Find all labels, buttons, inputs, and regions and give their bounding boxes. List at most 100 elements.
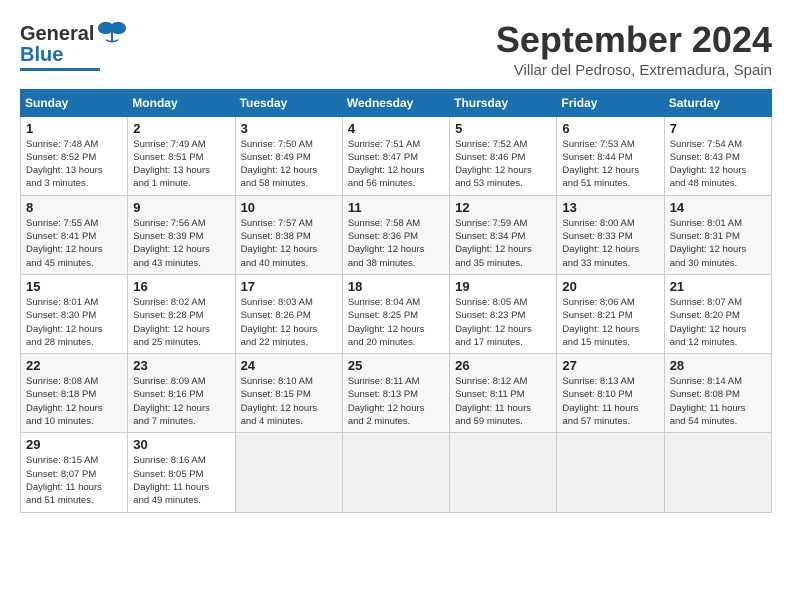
day-number: 1 [26,121,122,136]
calendar-cell: 1 Sunrise: 7:48 AM Sunset: 8:52 PM Daylig… [21,116,128,195]
day-info: Sunrise: 8:06 AM Sunset: 8:21 PM Dayligh… [562,296,658,349]
weekday-header-thursday: Thursday [450,89,557,116]
calendar-cell [450,433,557,512]
day-info: Sunrise: 7:51 AM Sunset: 8:47 PM Dayligh… [348,138,444,191]
day-info: Sunrise: 8:02 AM Sunset: 8:28 PM Dayligh… [133,296,229,349]
calendar-header: SundayMondayTuesdayWednesdayThursdayFrid… [21,89,772,116]
calendar-cell: 8Sunrise: 7:55 AM Sunset: 8:41 PM Daylig… [21,195,128,274]
day-info: Sunrise: 8:11 AM Sunset: 8:13 PM Dayligh… [348,375,444,428]
calendar-cell: 9Sunrise: 7:56 AM Sunset: 8:39 PM Daylig… [128,195,235,274]
calendar-cell: 13 Sunrise: 8:00 AM Sunset: 8:33 PM Dayli… [557,195,664,274]
day-number: 21 [670,279,766,294]
day-info: Sunrise: 7:58 AM Sunset: 8:36 PM Dayligh… [348,217,444,270]
day-info: Sunrise: 8:16 AM Sunset: 8:05 PM Dayligh… [133,454,229,507]
day-number: 20 [562,279,658,294]
calendar-cell [235,433,342,512]
day-info: Sunrise: 7:52 AM Sunset: 8:46 PM Dayligh… [455,138,551,191]
calendar-week-3: 15 Sunrise: 8:01 AM Sunset: 8:30 PM Dayli… [21,274,772,353]
day-info: Sunrise: 8:05 AM Sunset: 8:23 PM Dayligh… [455,296,551,349]
calendar-body: 1 Sunrise: 7:48 AM Sunset: 8:52 PM Daylig… [21,116,772,512]
calendar-cell: 22 Sunrise: 8:08 AM Sunset: 8:18 PM Dayli… [21,354,128,433]
day-number: 12 [455,200,551,215]
day-number: 25 [348,358,444,373]
day-number: 14 [670,200,766,215]
day-number: 11 [348,200,444,215]
day-number: 24 [241,358,337,373]
location-title: Villar del Pedroso, Extremadura, Spain [496,62,772,79]
calendar-cell: 24 Sunrise: 8:10 AM Sunset: 8:15 PM Dayli… [235,354,342,433]
calendar-cell [342,433,449,512]
day-number: 27 [562,358,658,373]
weekday-header-friday: Friday [557,89,664,116]
logo: General Blue [20,20,128,71]
day-number: 26 [455,358,551,373]
day-info: Sunrise: 8:09 AM Sunset: 8:16 PM Dayligh… [133,375,229,428]
calendar-cell: 6 Sunrise: 7:53 AM Sunset: 8:44 PM Daylig… [557,116,664,195]
day-info: Sunrise: 7:50 AM Sunset: 8:49 PM Dayligh… [241,138,337,191]
day-number: 7 [670,121,766,136]
day-info: Sunrise: 8:01 AM Sunset: 8:31 PM Dayligh… [670,217,766,270]
weekday-header-tuesday: Tuesday [235,89,342,116]
calendar-cell: 11 Sunrise: 7:58 AM Sunset: 8:36 PM Dayli… [342,195,449,274]
calendar-cell: 28 Sunrise: 8:14 AM Sunset: 8:08 PM Dayli… [664,354,771,433]
calendar-cell [557,433,664,512]
day-number: 23 [133,358,229,373]
day-info: Sunrise: 8:10 AM Sunset: 8:15 PM Dayligh… [241,375,337,428]
day-info: Sunrise: 8:01 AM Sunset: 8:30 PM Dayligh… [26,296,122,349]
weekday-header-row: SundayMondayTuesdayWednesdayThursdayFrid… [21,89,772,116]
calendar-week-4: 22 Sunrise: 8:08 AM Sunset: 8:18 PM Dayli… [21,354,772,433]
day-number: 15 [26,279,122,294]
weekday-header-sunday: Sunday [21,89,128,116]
day-info: Sunrise: 8:03 AM Sunset: 8:26 PM Dayligh… [241,296,337,349]
day-info: Sunrise: 8:04 AM Sunset: 8:25 PM Dayligh… [348,296,444,349]
calendar-cell [664,433,771,512]
day-info: Sunrise: 7:56 AM Sunset: 8:39 PM Dayligh… [133,217,229,270]
day-info: Sunrise: 7:59 AM Sunset: 8:34 PM Dayligh… [455,217,551,270]
calendar-cell: 7 Sunrise: 7:54 AM Sunset: 8:43 PM Daylig… [664,116,771,195]
day-number: 19 [455,279,551,294]
calendar-cell: 21 Sunrise: 8:07 AM Sunset: 8:20 PM Dayli… [664,274,771,353]
day-number: 28 [670,358,766,373]
day-info: Sunrise: 7:55 AM Sunset: 8:41 PM Dayligh… [26,217,122,270]
day-number: 2 [133,121,229,136]
calendar-cell: 2Sunrise: 7:49 AM Sunset: 8:51 PM Daylig… [128,116,235,195]
calendar-cell: 29 Sunrise: 8:15 AM Sunset: 8:07 PM Dayli… [21,433,128,512]
calendar-cell: 10Sunrise: 7:57 AM Sunset: 8:38 PM Dayli… [235,195,342,274]
calendar-cell: 30 Sunrise: 8:16 AM Sunset: 8:05 PM Dayli… [128,433,235,512]
calendar-cell: 27 Sunrise: 8:13 AM Sunset: 8:10 PM Dayli… [557,354,664,433]
calendar-cell: 5Sunrise: 7:52 AM Sunset: 8:46 PM Daylig… [450,116,557,195]
calendar-cell: 25 Sunrise: 8:11 AM Sunset: 8:13 PM Dayli… [342,354,449,433]
weekday-header-saturday: Saturday [664,89,771,116]
day-info: Sunrise: 8:15 AM Sunset: 8:07 PM Dayligh… [26,454,122,507]
calendar-week-2: 8Sunrise: 7:55 AM Sunset: 8:41 PM Daylig… [21,195,772,274]
page-header: General Blue September 2024 Villar del P… [20,20,772,79]
day-number: 16 [133,279,229,294]
day-info: Sunrise: 8:14 AM Sunset: 8:08 PM Dayligh… [670,375,766,428]
calendar-cell: 20 Sunrise: 8:06 AM Sunset: 8:21 PM Dayli… [557,274,664,353]
day-info: Sunrise: 8:13 AM Sunset: 8:10 PM Dayligh… [562,375,658,428]
day-number: 22 [26,358,122,373]
calendar-cell: 12 Sunrise: 7:59 AM Sunset: 8:34 PM Dayli… [450,195,557,274]
calendar-cell: 19 Sunrise: 8:05 AM Sunset: 8:23 PM Dayli… [450,274,557,353]
day-number: 4 [348,121,444,136]
calendar-cell: 14 Sunrise: 8:01 AM Sunset: 8:31 PM Dayli… [664,195,771,274]
calendar-cell: 23 Sunrise: 8:09 AM Sunset: 8:16 PM Dayli… [128,354,235,433]
day-number: 10 [241,200,337,215]
weekday-header-monday: Monday [128,89,235,116]
day-info: Sunrise: 8:08 AM Sunset: 8:18 PM Dayligh… [26,375,122,428]
day-info: Sunrise: 8:07 AM Sunset: 8:20 PM Dayligh… [670,296,766,349]
day-info: Sunrise: 7:48 AM Sunset: 8:52 PM Dayligh… [26,138,122,191]
calendar-week-5: 29 Sunrise: 8:15 AM Sunset: 8:07 PM Dayli… [21,433,772,512]
day-number: 29 [26,437,122,452]
calendar-cell: 17Sunrise: 8:03 AM Sunset: 8:26 PM Dayli… [235,274,342,353]
day-number: 18 [348,279,444,294]
day-info: Sunrise: 7:53 AM Sunset: 8:44 PM Dayligh… [562,138,658,191]
day-number: 6 [562,121,658,136]
day-number: 30 [133,437,229,452]
day-info: Sunrise: 7:54 AM Sunset: 8:43 PM Dayligh… [670,138,766,191]
day-number: 13 [562,200,658,215]
calendar-cell: 3Sunrise: 7:50 AM Sunset: 8:49 PM Daylig… [235,116,342,195]
weekday-header-wednesday: Wednesday [342,89,449,116]
day-info: Sunrise: 8:00 AM Sunset: 8:33 PM Dayligh… [562,217,658,270]
calendar-cell: 18 Sunrise: 8:04 AM Sunset: 8:25 PM Dayli… [342,274,449,353]
